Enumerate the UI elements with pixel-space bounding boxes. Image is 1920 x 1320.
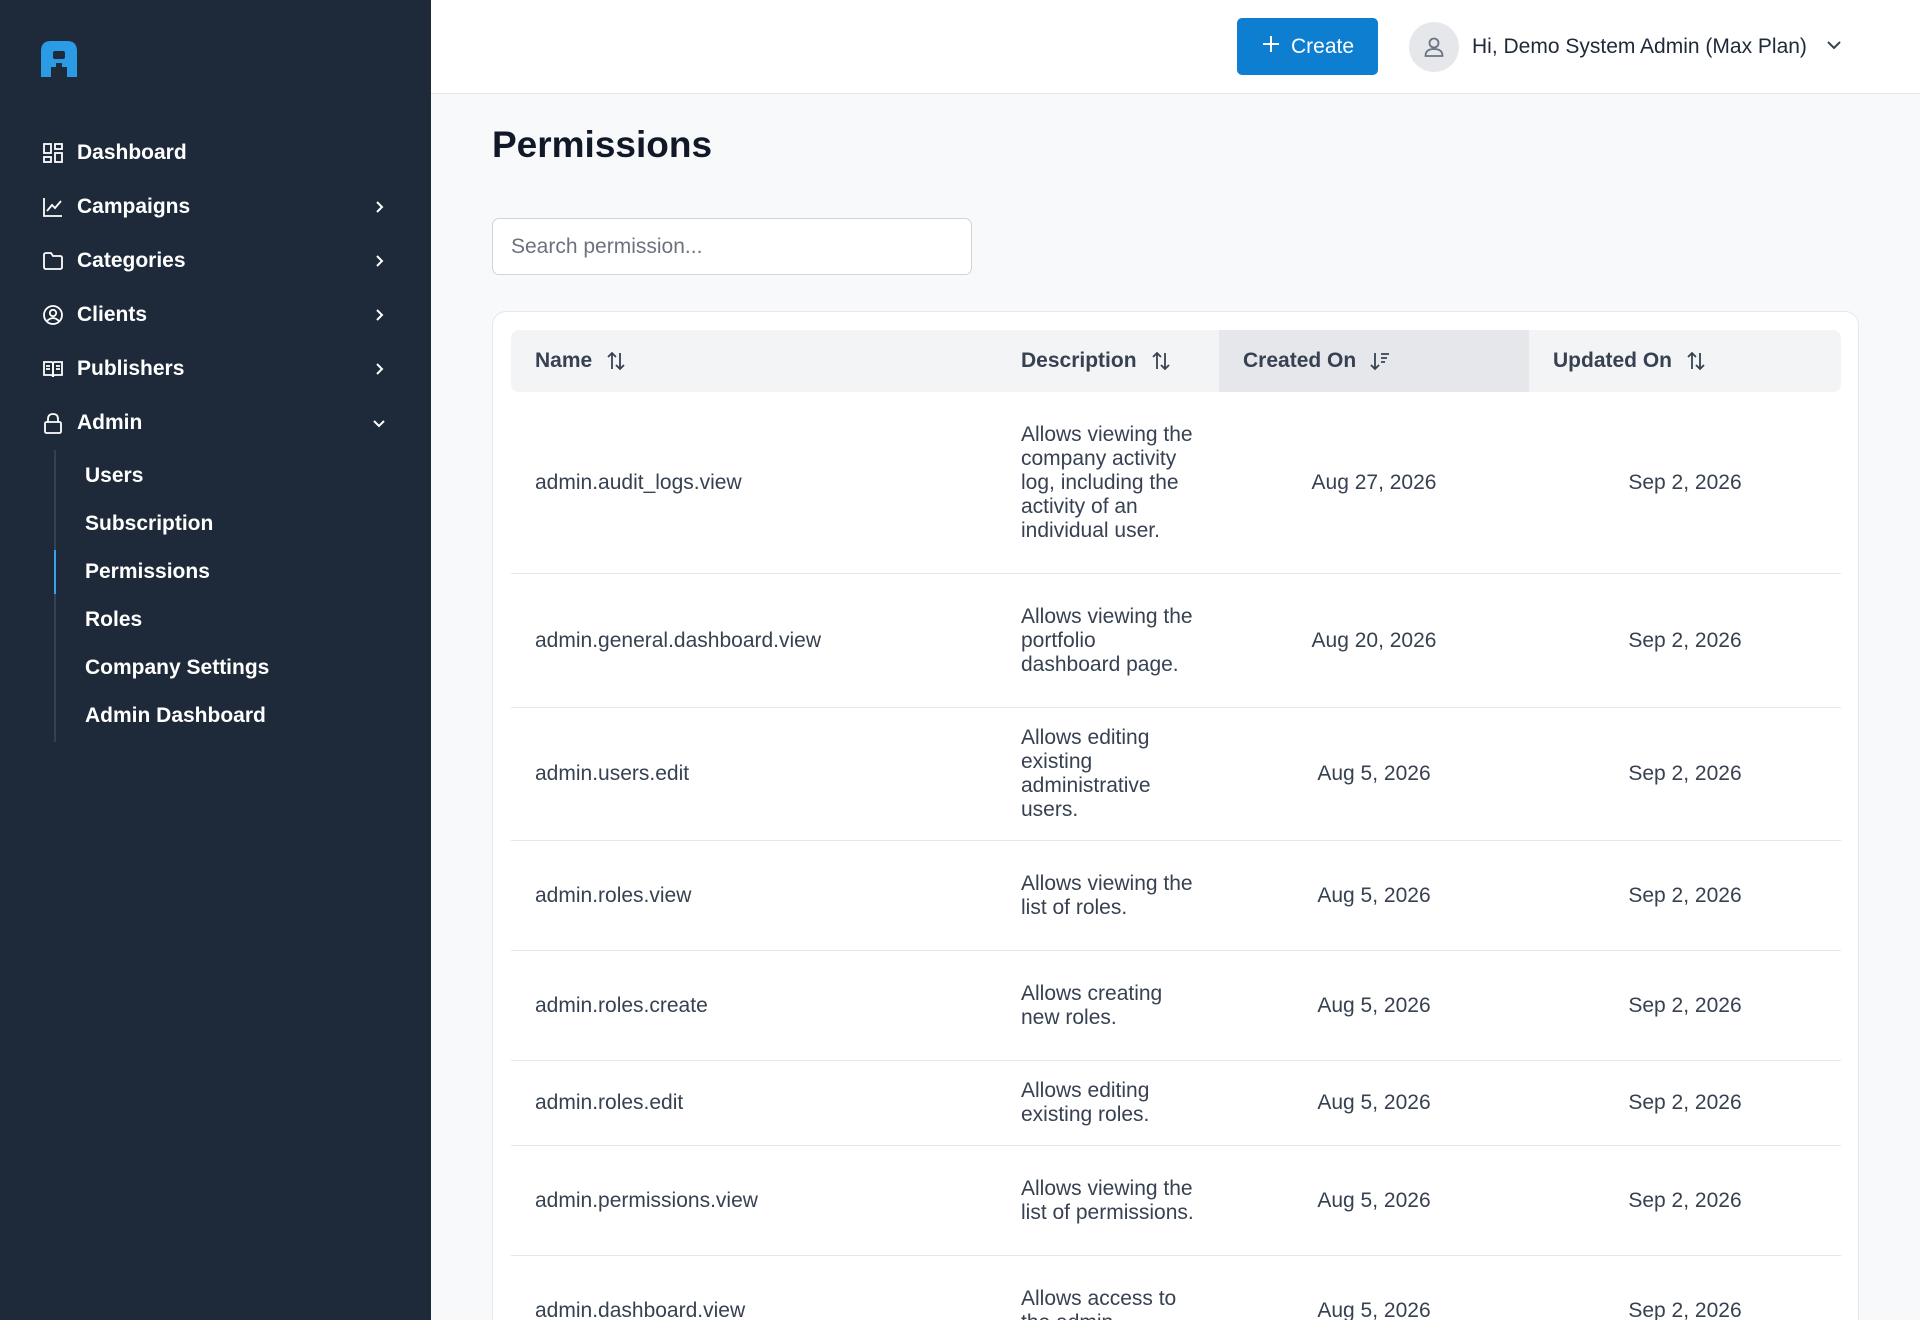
cell-created-on: Aug 5, 2026 (1317, 1188, 1431, 1212)
sidebar-subitem-roles[interactable]: Roles (56, 596, 431, 644)
sidebar: Dashboard Campaigns Categories Clients P… (0, 0, 431, 1320)
table-row[interactable]: admin.roles.view Allows viewing the list… (511, 841, 1841, 951)
create-button[interactable]: Create (1237, 18, 1378, 75)
cell-updated-on: Sep 2, 2026 (1628, 628, 1742, 652)
book-open-icon (41, 357, 65, 381)
sidebar-item-label: Clients (77, 303, 148, 326)
table-row[interactable]: admin.users.edit Allows editing existing… (511, 708, 1841, 841)
cell-description: Allows editing existing roles. (1021, 1079, 1150, 1126)
sidebar-subitem-subscription[interactable]: Subscription (56, 500, 431, 548)
lock-icon (41, 411, 65, 435)
sidebar-item-clients[interactable]: Clients (0, 288, 431, 342)
top-header: Create Hi, Demo System Admin (Max Plan) (431, 0, 1920, 94)
column-header-name[interactable]: Name (511, 330, 1021, 392)
chevron-right-icon (369, 305, 389, 325)
sidebar-item-dashboard[interactable]: Dashboard (0, 126, 431, 180)
sidebar-subitem-company-settings[interactable]: Company Settings (56, 644, 431, 692)
cell-description: Allows viewing the list of roles. (1021, 871, 1193, 919)
cell-created-on: Aug 5, 2026 (1317, 762, 1431, 785)
sidebar-item-label: Admin (77, 411, 143, 434)
sidebar-subitem-permissions[interactable]: Permissions (54, 548, 431, 596)
cell-name: admin.roles.create (535, 993, 708, 1017)
cell-updated-on: Sep 2, 2026 (1628, 762, 1742, 785)
table-header: Name Description Created On Updated On (511, 330, 1841, 392)
sidebar-item-label: Publishers (77, 357, 185, 380)
chevron-down-icon (369, 413, 389, 433)
cell-name: admin.roles.view (535, 883, 692, 907)
table-row[interactable]: admin.general.dashboard.view Allows view… (511, 574, 1841, 708)
cell-description: Allows editing existing administrative u… (1021, 726, 1151, 821)
table-body: admin.audit_logs.view Allows viewing the… (511, 392, 1841, 1320)
user-greeting: Hi, Demo System Admin (Max Plan) (1472, 35, 1807, 58)
folder-icon (41, 249, 65, 273)
sidebar-subitem-users[interactable]: Users (56, 452, 431, 500)
column-label: Created On (1243, 349, 1357, 372)
cell-updated-on: Sep 2, 2026 (1628, 1091, 1742, 1114)
cell-description: Allows access to the admin (1021, 1287, 1177, 1320)
create-button-label: Create (1290, 34, 1355, 58)
sidebar-item-label: Categories (77, 249, 186, 272)
cell-updated-on: Sep 2, 2026 (1628, 993, 1742, 1017)
sidebar-item-categories[interactable]: Categories (0, 234, 431, 288)
chevron-right-icon (369, 359, 389, 379)
cell-description: Allows creating new roles. (1021, 981, 1163, 1029)
sidebar-item-publishers[interactable]: Publishers (0, 342, 431, 396)
cell-created-on: Aug 5, 2026 (1317, 993, 1431, 1017)
table-row[interactable]: admin.roles.edit Allows editing existing… (511, 1061, 1841, 1146)
column-label: Updated On (1553, 349, 1672, 372)
column-label: Description (1021, 349, 1137, 372)
column-header-created-on[interactable]: Created On (1219, 330, 1529, 392)
cell-name: admin.permissions.view (535, 1188, 758, 1212)
cell-created-on: Aug 27, 2026 (1311, 470, 1437, 494)
sidebar-item-campaigns[interactable]: Campaigns (0, 180, 431, 234)
cell-created-on: Aug 5, 2026 (1317, 1091, 1431, 1114)
cell-updated-on: Sep 2, 2026 (1628, 1299, 1742, 1320)
table-row[interactable]: admin.roles.create Allows creating new r… (511, 951, 1841, 1061)
user-menu[interactable]: Hi, Demo System Admin (Max Plan) (1409, 22, 1843, 72)
sidebar-item-label: Campaigns (77, 195, 191, 218)
avatar (1409, 22, 1459, 72)
cell-updated-on: Sep 2, 2026 (1628, 470, 1742, 494)
sidebar-item-label: Dashboard (77, 141, 187, 164)
sidebar-subitem-admin-dashboard[interactable]: Admin Dashboard (56, 692, 431, 740)
cell-name: admin.audit_logs.view (535, 470, 742, 494)
table-row[interactable]: admin.dashboard.view Allows access to th… (511, 1256, 1841, 1320)
column-header-updated-on[interactable]: Updated On (1529, 330, 1841, 392)
cell-name: admin.general.dashboard.view (535, 628, 822, 652)
cell-name: admin.users.edit (535, 762, 690, 785)
user-circle-icon (41, 303, 65, 327)
sort-icon (1149, 349, 1173, 373)
permissions-table-card: Name Description Created On Updated On a… (492, 311, 1859, 1320)
sidebar-nav: Dashboard Campaigns Categories Clients P… (0, 126, 431, 742)
cell-description: Allows viewing the portfolio dashboard p… (1021, 604, 1193, 676)
user-icon (1424, 37, 1444, 57)
column-label: Name (535, 349, 593, 372)
cell-updated-on: Sep 2, 2026 (1628, 1188, 1742, 1212)
cell-name: admin.dashboard.view (535, 1299, 746, 1320)
admin-subnav: Users Subscription Permissions Roles Com… (54, 450, 431, 742)
plus-icon (1261, 34, 1281, 60)
chevron-right-icon (369, 251, 389, 271)
sort-icon (604, 349, 628, 373)
cell-description: Allows viewing the list of permissions. (1021, 1176, 1194, 1224)
column-header-description[interactable]: Description (1021, 330, 1219, 392)
sort-icon (1684, 349, 1708, 373)
cell-description: Allows viewing the company activity log,… (1021, 422, 1193, 542)
cell-name: admin.roles.edit (535, 1091, 684, 1114)
cell-updated-on: Sep 2, 2026 (1628, 883, 1742, 907)
chevron-down-icon (1825, 36, 1843, 59)
sidebar-item-admin[interactable]: Admin (0, 396, 431, 450)
sort-descending-icon (1368, 349, 1392, 373)
cell-created-on: Aug 20, 2026 (1311, 628, 1437, 652)
app-logo[interactable] (37, 37, 81, 81)
search-input[interactable] (492, 218, 972, 275)
dashboard-icon (41, 141, 65, 165)
cell-created-on: Aug 5, 2026 (1317, 883, 1431, 907)
chevron-right-icon (369, 197, 389, 217)
chart-line-icon (41, 195, 65, 219)
cell-created-on: Aug 5, 2026 (1317, 1299, 1431, 1320)
page-title: Permissions (492, 124, 713, 165)
table-row[interactable]: admin.permissions.view Allows viewing th… (511, 1146, 1841, 1256)
table-row[interactable]: admin.audit_logs.view Allows viewing the… (511, 392, 1841, 574)
